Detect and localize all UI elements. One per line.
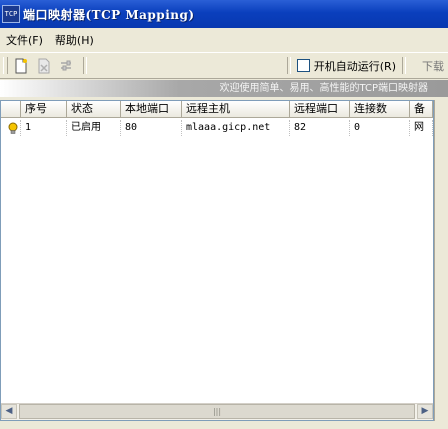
banner-text: 欢迎使用简单、易用、高性能的TCP端口映射器 — [219, 83, 428, 94]
column-header-remote-port[interactable]: 远程端口 — [290, 101, 350, 117]
menu-file[interactable]: 文件(F) — [0, 32, 49, 48]
autorun-label: 开机自动运行(R) — [313, 59, 396, 73]
autorun-checkbox[interactable]: 开机自动运行(R) 下载 — [281, 57, 448, 74]
toolbar-grip[interactable] — [3, 57, 8, 74]
new-document-icon — [15, 58, 27, 73]
column-header-remote-host[interactable]: 远程主机 — [182, 101, 290, 117]
app-icon: TCP — [2, 5, 20, 23]
cell-remark: 网 — [410, 120, 433, 136]
new-mapping-button[interactable] — [11, 57, 31, 75]
toolbar: 开机自动运行(R) 下载 — [0, 52, 448, 79]
cell-remote-port: 82 — [290, 120, 350, 136]
cell-connections: 0 — [350, 120, 410, 136]
delete-document-icon — [38, 58, 50, 73]
cell-remote-host: mlaaa.gicp.net — [182, 120, 290, 136]
toolbar-separator — [402, 57, 406, 74]
settings-icon — [61, 60, 71, 70]
scroll-right-icon[interactable]: ▶ — [417, 404, 433, 419]
checkbox-box[interactable] — [296, 59, 310, 72]
settings-button[interactable] — [57, 57, 77, 75]
window-title: 端口映射器(TCP Mapping) — [23, 7, 195, 22]
mapping-list[interactable]: 序号 状态 本地端口 远程主机 远程端口 连接数 备 1 已启用 80 mlaa… — [0, 100, 434, 421]
table-row[interactable]: 1 已启用 80 mlaaa.gicp.net 82 0 网 — [1, 120, 433, 136]
column-header-status[interactable]: 状态 — [67, 101, 121, 117]
download-label[interactable]: 下载 — [422, 58, 444, 74]
column-header-connections[interactable]: 连接数 — [350, 101, 410, 117]
side-panel-edge — [434, 100, 448, 421]
column-header-remark[interactable]: 备 — [410, 101, 433, 117]
list-header: 序号 状态 本地端口 远程主机 远程端口 连接数 备 — [1, 101, 433, 118]
column-header-local-port[interactable]: 本地端口 — [121, 101, 182, 117]
scroll-thumb[interactable]: ||| — [19, 404, 415, 419]
lightbulb-icon — [8, 122, 17, 134]
status-cell — [1, 120, 21, 136]
column-header-icon[interactable] — [1, 101, 21, 117]
app-window: TCP 端口映射器(TCP Mapping) 文件(F) 帮助(H) 开机自动运… — [0, 0, 448, 429]
cell-status: 已启用 — [67, 120, 121, 136]
delete-mapping-button[interactable] — [34, 57, 54, 75]
scroll-left-icon[interactable]: ◀ — [1, 404, 17, 419]
title-bar[interactable]: TCP 端口映射器(TCP Mapping) — [0, 0, 448, 28]
toolbar-separator — [286, 57, 291, 74]
status-bar — [0, 421, 448, 429]
column-header-index[interactable]: 序号 — [21, 101, 67, 117]
menu-bar: 文件(F) 帮助(H) — [0, 31, 448, 48]
cell-index: 1 — [21, 120, 67, 136]
menu-help[interactable]: 帮助(H) — [49, 32, 100, 48]
welcome-banner: 欢迎使用简单、易用、高性能的TCP端口映射器 — [0, 80, 448, 97]
toolbar-separator — [83, 57, 87, 74]
horizontal-scrollbar[interactable]: ◀ ||| ▶ — [1, 403, 433, 420]
cell-local-port: 80 — [121, 120, 182, 136]
